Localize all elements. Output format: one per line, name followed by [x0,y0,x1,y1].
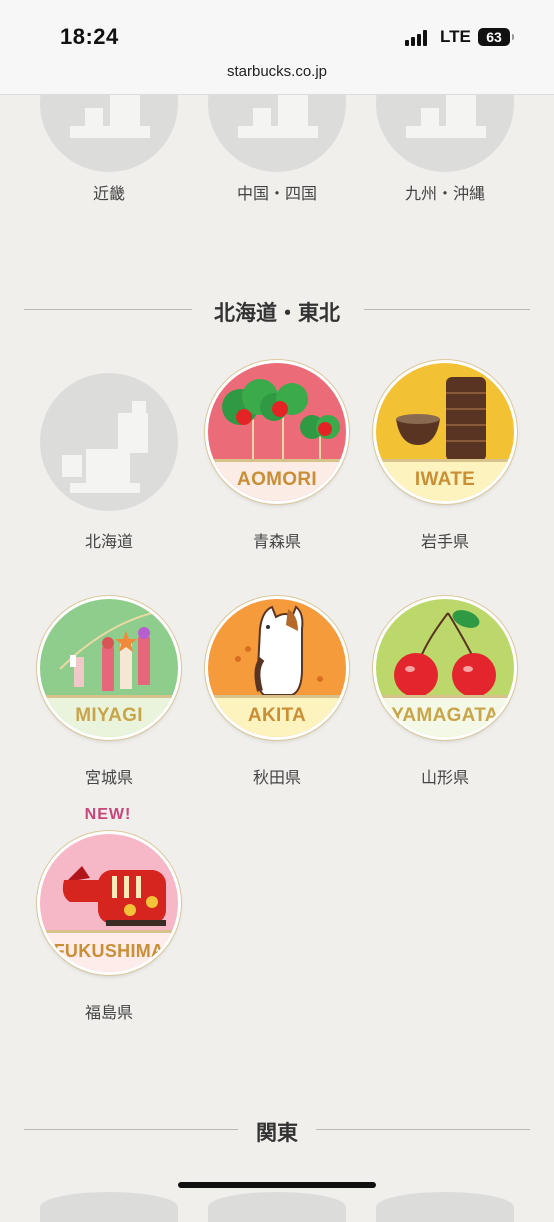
pin-name-aomori: AOMORI [208,459,346,501]
tanabata-decoration-icon [59,608,171,691]
section-rule-right [364,309,530,310]
region-label-kinki[interactable]: 近畿 [19,180,199,204]
home-indicator[interactable] [178,1182,376,1188]
pin-badge-akita[interactable]: AKITA [208,599,346,737]
pin-badge-iwate[interactable]: IWATE [376,363,514,501]
pin-placeholder-peek [376,1192,514,1222]
prefecture-label-yamagata[interactable]: 山形県 [355,764,535,788]
prefecture-label-miyagi[interactable]: 宮城県 [19,764,199,788]
prefecture-label-akita[interactable]: 秋田県 [187,764,367,788]
prefecture-label-hokkaido[interactable]: 北海道 [19,528,199,552]
pin-name-iwate: IWATE [376,459,514,501]
battery-icon: 63 [478,28,514,46]
akita-dog-icon [235,605,323,696]
japan-map-icon [62,401,148,493]
pin-name-miyagi: MIYAGI [40,695,178,737]
pin-badge-miyagi[interactable]: MIYAGI [40,599,178,737]
pin-placeholder-peek [40,1192,178,1222]
region-label-chugoku-shikoku[interactable]: 中国・四国 [187,180,367,204]
pin-name-fukushima: FUKUSHIMA [40,930,178,972]
new-badge: NEW! [84,806,132,823]
apple-tree-icon [222,379,340,459]
pin-name-yamagata: YAMAGATA [376,695,514,737]
signal-icon [405,30,435,46]
prefecture-label-fukushima[interactable]: 福島県 [19,999,199,1023]
section-title-kanto: 関東 [256,1122,298,1145]
region-label-kyushu-okinawa[interactable]: 九州・沖縄 [355,180,535,204]
pin-name-akita: AKITA [208,695,346,737]
cherry-icon [394,610,496,697]
pin-placeholder-hokkaido[interactable] [40,373,178,511]
browser-top-bar: 18:24 LTE 63 starbucks.co.jp [0,0,554,95]
url-bar[interactable]: starbucks.co.jp [0,63,554,80]
status-time: 18:24 [60,24,119,49]
network-type: LTE [440,27,471,46]
pin-badge-fukushima[interactable]: FUKUSHIMA [40,834,178,972]
akabeko-icon [62,866,166,926]
pin-placeholder-peek [208,1192,346,1222]
pin-badge-yamagata[interactable]: YAMAGATA [376,599,514,737]
section-title-hokkaido-tohoku: 北海道・東北 [214,302,340,325]
prefecture-label-iwate[interactable]: 岩手県 [355,528,535,552]
prefecture-label-aomori[interactable]: 青森県 [187,528,367,552]
pin-badge-aomori[interactable]: AOMORI [208,363,346,501]
wanko-soba-bowls-icon [396,377,486,461]
section-rule-right [316,1129,530,1130]
